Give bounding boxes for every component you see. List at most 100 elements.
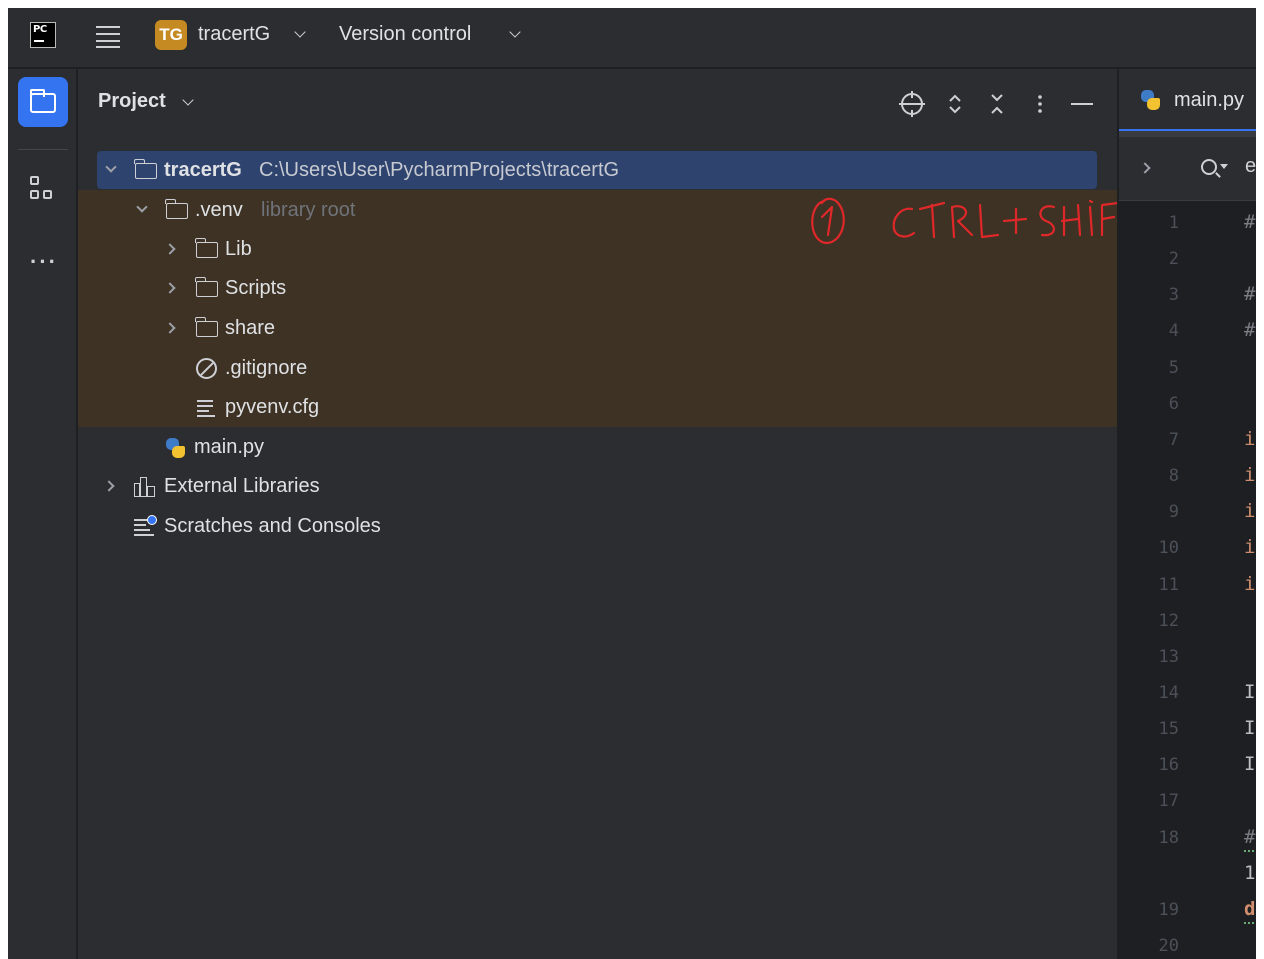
line-number: 13 (1158, 646, 1179, 667)
hide-icon[interactable] (1067, 89, 1097, 119)
code-line[interactable]: i (1244, 464, 1255, 486)
pyvenv-file-name: pyvenv.cfg (225, 396, 320, 418)
chevron-right-icon[interactable] (164, 243, 176, 255)
chevron-down-icon[interactable] (136, 201, 148, 213)
version-control-menu[interactable]: Version control (339, 23, 471, 46)
options-icon[interactable] (1025, 89, 1055, 119)
title-bar: PC TG tracertG Version control (8, 8, 1256, 68)
main-file-name: main.py (194, 436, 265, 458)
line-number: 11 (1158, 574, 1179, 595)
tree-row-external-libraries[interactable]: External Libraries (78, 467, 1117, 505)
locate-icon[interactable] (897, 89, 927, 119)
line-number: 19 (1158, 899, 1179, 920)
python-file-icon (164, 437, 186, 459)
editor-toolbar: e (1119, 137, 1256, 201)
more-tools-button[interactable]: ··· (18, 229, 68, 279)
main-menu-icon[interactable] (94, 24, 122, 48)
line-number: 8 (1168, 466, 1179, 487)
root-folder-path: C:\Users\User\PycharmProjects\tracertG (259, 159, 620, 181)
caret-down-icon[interactable] (1220, 164, 1228, 169)
chevron-right-icon[interactable] (1139, 162, 1151, 174)
tree-row-venv[interactable]: .venv library root (78, 191, 1117, 229)
tree-row-scratches[interactable]: Scratches and Consoles (78, 507, 1117, 545)
code-line[interactable]: # (1244, 211, 1255, 233)
folder-icon (134, 159, 157, 179)
collapse-all-icon[interactable] (982, 89, 1012, 119)
code-line[interactable]: # (1244, 826, 1255, 848)
inspection-underline (1244, 920, 1256, 924)
project-badge[interactable]: TG (155, 20, 187, 50)
scratches-label: Scratches and Consoles (164, 515, 381, 537)
line-number: 2 (1168, 249, 1179, 270)
line-number: 12 (1158, 610, 1179, 631)
ide-window: PC TG tracertG Version control ··· Proje… (8, 8, 1256, 959)
chevron-right-icon[interactable] (164, 322, 176, 334)
chevron-right-icon[interactable] (103, 480, 115, 492)
code-line[interactable]: i (1244, 428, 1255, 450)
root-folder-name: tracertG (164, 159, 242, 181)
project-panel: Project tracertG C:\Users\User\PycharmPr… (78, 69, 1118, 959)
line-number: 5 (1168, 357, 1179, 378)
line-number: 6 (1168, 393, 1179, 414)
search-icon[interactable] (1201, 159, 1217, 175)
tree-row-share[interactable]: share (78, 309, 1117, 347)
code-line[interactable]: i (1244, 536, 1255, 558)
code-line[interactable]: I (1244, 753, 1255, 775)
python-file-icon (1139, 89, 1161, 111)
venv-folder-name: .venv (195, 199, 243, 221)
folder-icon (195, 317, 218, 337)
structure-icon (30, 176, 58, 204)
gitignore-file-name: .gitignore (225, 357, 308, 379)
line-number: 3 (1168, 285, 1179, 306)
line-number: 7 (1168, 429, 1179, 450)
code-line[interactable]: # (1244, 319, 1255, 341)
tree-row-main[interactable]: main.py (78, 428, 1117, 466)
folder-icon (195, 277, 218, 297)
editor-area: main.py e 1 #2 3 #4 #5 6 7 i 8 i 9 i 10 i 11 i 12 13 14 I 15… (1119, 69, 1256, 959)
code-line[interactable]: d (1244, 898, 1255, 920)
text-file-icon (197, 399, 215, 417)
chevron-down-icon[interactable] (294, 26, 306, 38)
library-root-hint: library root (261, 199, 356, 221)
line-number: 16 (1158, 755, 1179, 776)
expand-all-icon[interactable] (940, 89, 970, 119)
chevron-right-icon[interactable] (164, 282, 176, 294)
chevron-down-icon[interactable] (105, 161, 117, 173)
code-line[interactable]: # (1244, 283, 1255, 305)
structure-tool-button[interactable] (18, 165, 68, 215)
ignore-file-icon (196, 358, 217, 379)
tree-row-pyvenv[interactable]: pyvenv.cfg (78, 388, 1117, 426)
code-line[interactable]: I (1244, 681, 1255, 703)
pycharm-logo-icon[interactable]: PC (30, 22, 56, 48)
project-switcher[interactable]: tracertG (198, 23, 270, 46)
line-number: 4 (1168, 321, 1179, 342)
line-number: 17 (1158, 791, 1179, 812)
chevron-down-icon[interactable] (182, 94, 194, 106)
project-tool-button[interactable] (18, 77, 68, 127)
chevron-down-icon[interactable] (509, 26, 521, 38)
tree-row-root[interactable]: tracertG C:\Users\User\PycharmProjects\t… (97, 151, 1097, 189)
code-line[interactable]: i (1244, 500, 1255, 522)
pycharm-logo-text: PC (33, 24, 47, 35)
lib-folder-name: Lib (225, 238, 252, 260)
line-number: 9 (1168, 502, 1179, 523)
line-number: 20 (1158, 936, 1179, 956)
line-number: 1 (1168, 213, 1179, 233)
folder-icon (30, 89, 56, 113)
folder-icon (165, 199, 188, 219)
tab-main-py[interactable]: main.py (1119, 69, 1256, 131)
tab-label: main.py (1174, 89, 1245, 111)
tree-row-scripts[interactable]: Scripts (78, 269, 1117, 307)
share-folder-name: share (225, 317, 276, 339)
code-line[interactable]: 1 (1244, 862, 1255, 884)
tree-row-gitignore[interactable]: .gitignore (78, 349, 1117, 387)
code-line[interactable]: i (1244, 573, 1255, 595)
line-number: 10 (1158, 538, 1179, 559)
folder-icon (195, 238, 218, 258)
external-libraries-label: External Libraries (164, 475, 320, 497)
scripts-folder-name: Scripts (225, 277, 287, 299)
code-line[interactable]: I (1244, 717, 1255, 739)
inspection-underline (1244, 848, 1256, 852)
tree-row-lib[interactable]: Lib (78, 230, 1117, 268)
panel-title[interactable]: Project (98, 90, 166, 113)
